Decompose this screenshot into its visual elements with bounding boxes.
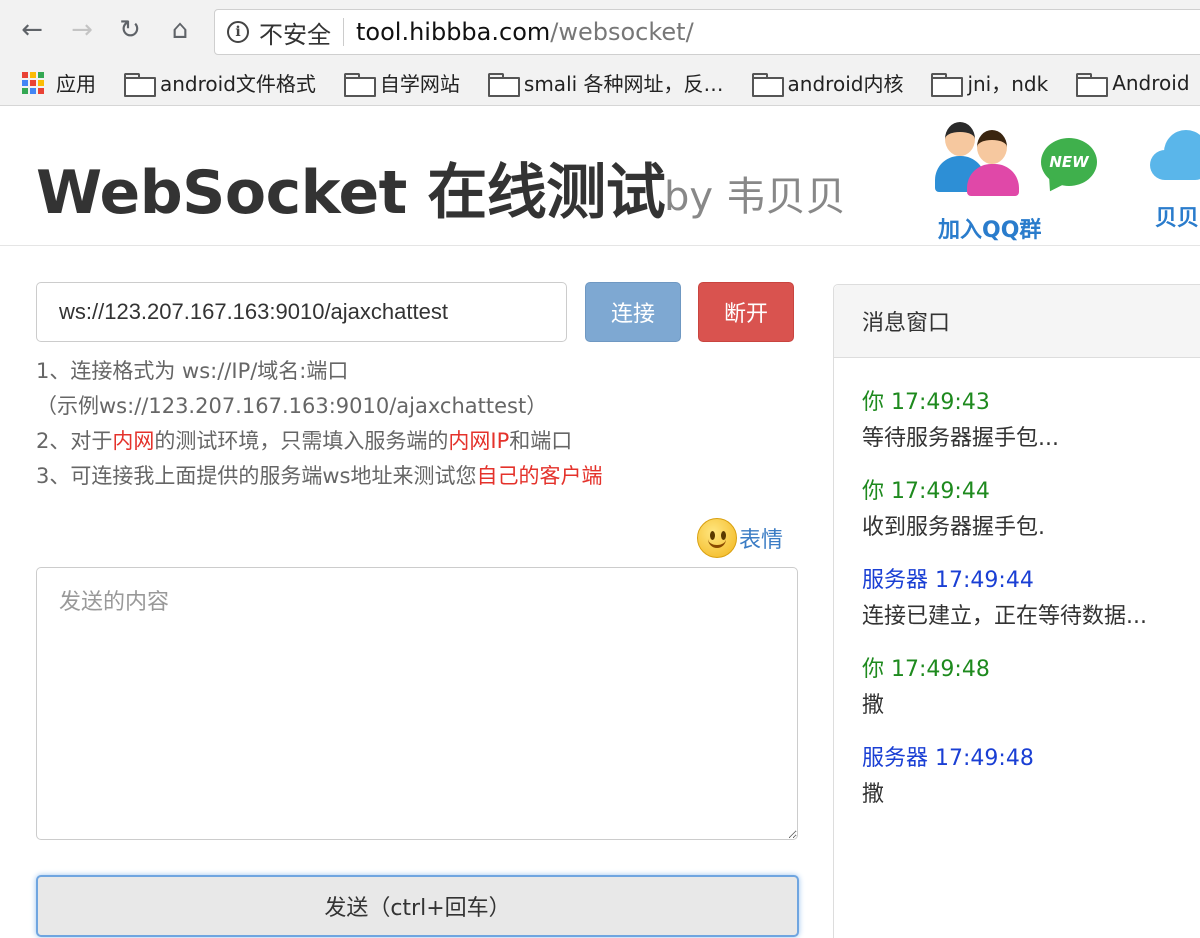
- usage-instructions: 1、连接格式为 ws://IP/域名:端口 （示例ws://123.207.16…: [36, 354, 602, 494]
- reload-icon[interactable]: ↻: [112, 12, 148, 48]
- folder-icon: [343, 72, 376, 97]
- list-item: 服务器 17:49:44 连接已建立，正在等待数据...: [862, 563, 1147, 635]
- folder-icon: [124, 72, 156, 97]
- folder-icon: [487, 72, 520, 97]
- address-bar[interactable]: i 不安全 tool.hibbba.com/websocket/: [214, 9, 1200, 55]
- bookmark-folder[interactable]: jni，ndk: [931, 68, 1048, 97]
- bookmark-folder[interactable]: smali 各种网址，反…: [487, 68, 724, 97]
- bookmark-label: 自学网站: [379, 72, 460, 96]
- bookmark-apps[interactable]: 应用: [22, 68, 96, 97]
- smiley-icon: [697, 518, 737, 558]
- message-text: 撒: [862, 782, 885, 807]
- message-text: 连接已建立，正在等待数据...: [862, 604, 1147, 629]
- browser-toolbar: ← → ↻ ⌂ i 不安全 tool.hibbba.com/websocket/: [0, 0, 1200, 60]
- join-qq-group-link[interactable]: NEW 加入QQ群: [935, 118, 1115, 243]
- cloud-icon[interactable]: [1150, 128, 1200, 180]
- emoji-picker-toggle[interactable]: 表情: [697, 518, 783, 558]
- connect-button[interactable]: 连接: [585, 282, 681, 342]
- page-title: WebSocket 在线测试: [36, 158, 666, 228]
- instruction-example: （示例ws://123.207.167.163:9010/ajaxchattes…: [36, 394, 548, 418]
- instruction-line-1: 1、连接格式为 ws://IP/域名:端口: [36, 359, 349, 383]
- message-meta: 服务器 17:49:44: [862, 568, 1034, 593]
- forward-arrow-icon[interactable]: →: [64, 12, 100, 48]
- message-meta: 你 17:49:48: [862, 657, 990, 682]
- folder-icon: [1076, 72, 1109, 97]
- people-icon: [935, 118, 1025, 196]
- list-item: 你 17:49:44 收到服务器握手包.: [862, 474, 1147, 546]
- message-window-title: 消息窗口: [834, 285, 1200, 358]
- message-text: 撒: [862, 693, 885, 718]
- home-icon[interactable]: ⌂: [162, 12, 198, 48]
- bookmark-label: Android: [1112, 70, 1190, 95]
- cloud-link-label[interactable]: 贝贝: [1155, 200, 1199, 232]
- security-label[interactable]: 不安全: [259, 15, 331, 50]
- list-item: 你 17:49:48 撒: [862, 652, 1147, 724]
- bookmark-label: 应用: [56, 72, 96, 96]
- send-button[interactable]: 发送（ctrl+回车）: [36, 875, 799, 937]
- url-divider: [343, 18, 344, 46]
- bookmark-label: smali 各种网址，反…: [523, 72, 724, 96]
- bookmark-label: android内核: [787, 72, 904, 96]
- bookmark-label: jni，ndk: [967, 72, 1049, 96]
- url-host[interactable]: tool.hibbba.com: [356, 18, 550, 46]
- back-arrow-icon[interactable]: ←: [14, 12, 50, 48]
- instruction-line-3: 3、可连接我上面提供的服务端ws地址来测试您自己的客户端: [36, 464, 603, 488]
- list-item: 服务器 17:49:48 撒: [862, 741, 1147, 813]
- message-window: 消息窗口 你 17:49:43 等待服务器握手包... 你 17:49:44 收…: [833, 284, 1200, 938]
- message-text: 收到服务器握手包.: [862, 515, 1045, 540]
- bookmarks-bar: 应用 android文件格式 自学网站 smali 各种网址，反… androi…: [0, 60, 1200, 106]
- bookmark-label: android文件格式: [160, 72, 316, 96]
- bookmark-folder[interactable]: 自学网站: [343, 68, 460, 97]
- message-meta: 你 17:49:44: [862, 479, 990, 504]
- folder-icon: [751, 72, 784, 97]
- apps-grid-icon: [22, 71, 44, 94]
- message-list: 你 17:49:43 等待服务器握手包... 你 17:49:44 收到服务器握…: [862, 385, 1147, 830]
- info-icon[interactable]: i: [227, 21, 249, 43]
- instruction-line-2: 2、对于内网的测试环境，只需填入服务端的内网IP和端口: [36, 429, 573, 453]
- disconnect-button[interactable]: 断开: [698, 282, 794, 342]
- page-byline: by 韦贝贝: [664, 174, 846, 220]
- url-path[interactable]: /websocket/: [550, 18, 693, 46]
- bookmark-folder[interactable]: android内核: [751, 68, 904, 97]
- folder-icon: [931, 72, 964, 97]
- join-qq-group-label: 加入QQ群: [938, 218, 1042, 243]
- message-meta: 服务器 17:49:48: [862, 746, 1034, 771]
- message-text: 等待服务器握手包...: [862, 426, 1059, 451]
- bookmark-folder[interactable]: android文件格式: [124, 68, 316, 97]
- bookmark-folder[interactable]: Android: [1076, 70, 1190, 97]
- new-badge-icon: NEW: [1041, 138, 1097, 186]
- site-header: WebSocket 在线测试 by 韦贝贝 NEW 加入QQ群: [0, 106, 1200, 246]
- emoji-label: 表情: [739, 528, 784, 553]
- message-meta: 你 17:49:43: [862, 390, 990, 415]
- message-textarea[interactable]: [36, 567, 798, 840]
- list-item: 你 17:49:43 等待服务器握手包...: [862, 385, 1147, 457]
- websocket-url-input[interactable]: [36, 282, 567, 342]
